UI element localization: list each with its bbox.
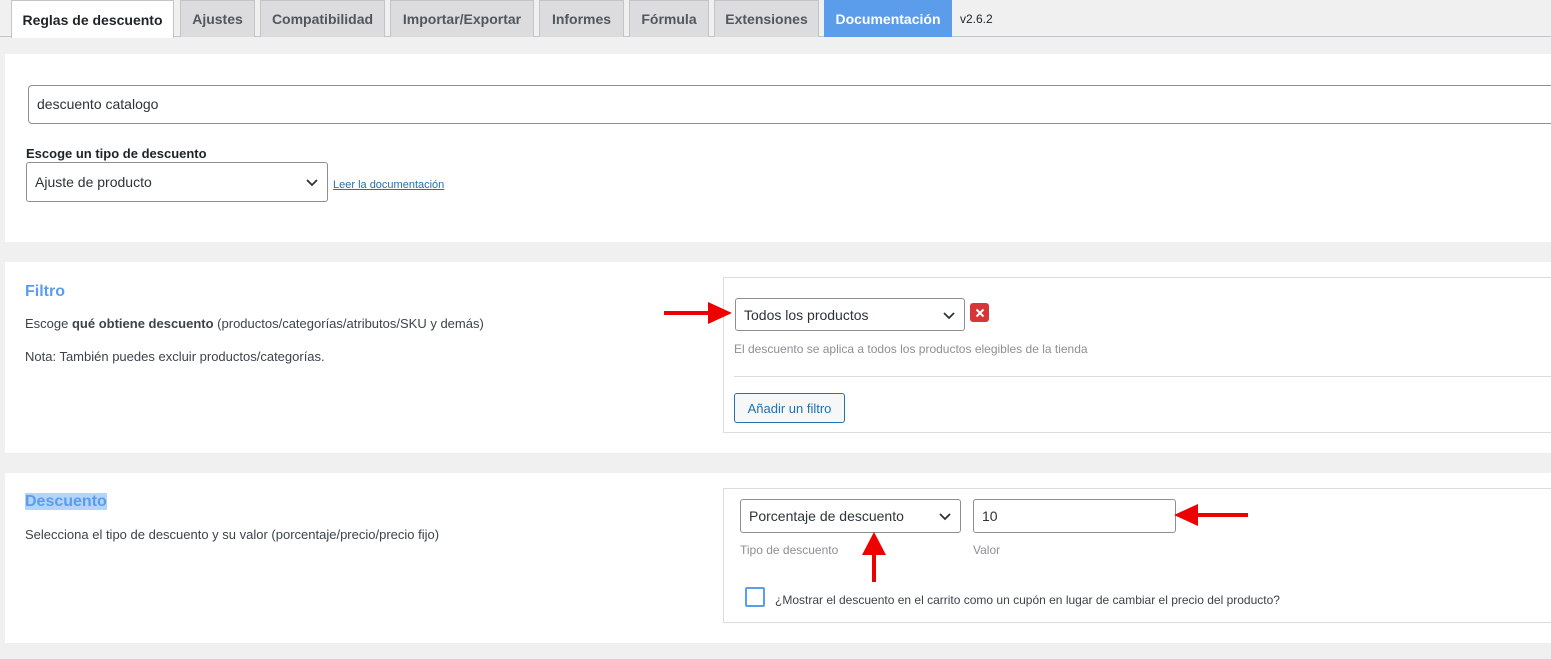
tab-import-export[interactable]: Importar/Exportar <box>390 0 534 37</box>
discount-value-hint: Valor <box>973 543 1001 557</box>
discount-type-label: Escoge un tipo de descuento <box>26 146 207 161</box>
filter-type-select[interactable]: Todos los productos <box>735 298 965 331</box>
discount-type-hint: Tipo de descuento <box>740 543 839 557</box>
coupon-checkbox-label: ¿Mostrar el descuento en el carrito como… <box>775 593 1280 607</box>
version-label: v2.6.2 <box>960 12 993 26</box>
tab-formula[interactable]: Fórmula <box>629 0 709 37</box>
filter-type-value: Todos los productos <box>744 306 869 323</box>
tab-bar: Reglas de descuento Ajustes Compatibilid… <box>0 0 1551 38</box>
filter-hint: El descuento se aplica a todos los produ… <box>734 342 1088 356</box>
rule-name-input[interactable]: descuento catalogo <box>28 85 1551 124</box>
tab-compatibility[interactable]: Compatibilidad <box>260 0 385 37</box>
divider <box>734 376 1551 377</box>
annotation-arrow-left <box>1174 504 1248 526</box>
coupon-checkbox[interactable] <box>745 587 765 607</box>
filter-note: Nota: También puedes excluir productos/c… <box>25 349 325 364</box>
tab-extensions[interactable]: Extensiones <box>714 0 819 37</box>
tab-reports[interactable]: Informes <box>539 0 624 37</box>
remove-filter-button[interactable] <box>970 303 989 322</box>
filter-title: Filtro <box>25 283 65 300</box>
discount-type-select[interactable]: Ajuste de producto <box>26 162 328 202</box>
read-documentation-link[interactable]: Leer la documentación <box>333 179 444 191</box>
tab-documentation[interactable]: Documentación <box>824 0 952 37</box>
discount-value-type-select[interactable]: Porcentaje de descuento <box>740 499 961 533</box>
chevron-down-icon <box>943 311 955 319</box>
add-filter-button[interactable]: Añadir un filtro <box>734 393 845 423</box>
discount-description: Selecciona el tipo de descuento y su val… <box>25 527 440 542</box>
annotation-arrow-up <box>862 532 886 582</box>
chevron-down-icon <box>939 513 951 521</box>
chevron-down-icon <box>306 179 318 187</box>
discount-value-type-value: Porcentaje de descuento <box>749 508 904 524</box>
annotation-arrow-right <box>664 302 732 324</box>
discount-title: Descuento <box>25 493 107 510</box>
discount-type-value: Ajuste de producto <box>35 174 152 190</box>
discount-value-input[interactable]: 10 <box>973 499 1176 533</box>
tab-discount-rules[interactable]: Reglas de descuento <box>11 0 174 38</box>
filter-description: Escoge qué obtiene descuento (productos/… <box>25 316 484 331</box>
rule-general-panel <box>5 54 1551 242</box>
tab-settings[interactable]: Ajustes <box>180 0 255 37</box>
close-icon <box>975 308 984 317</box>
